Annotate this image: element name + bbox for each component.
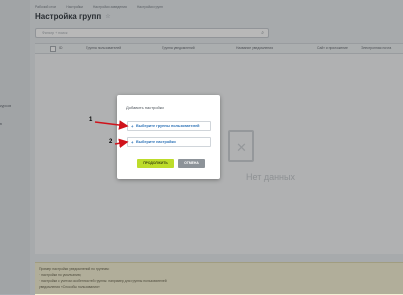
arrow-2 xyxy=(114,138,129,149)
annotation-arrows xyxy=(94,120,129,149)
arrow-1 xyxy=(94,120,129,130)
